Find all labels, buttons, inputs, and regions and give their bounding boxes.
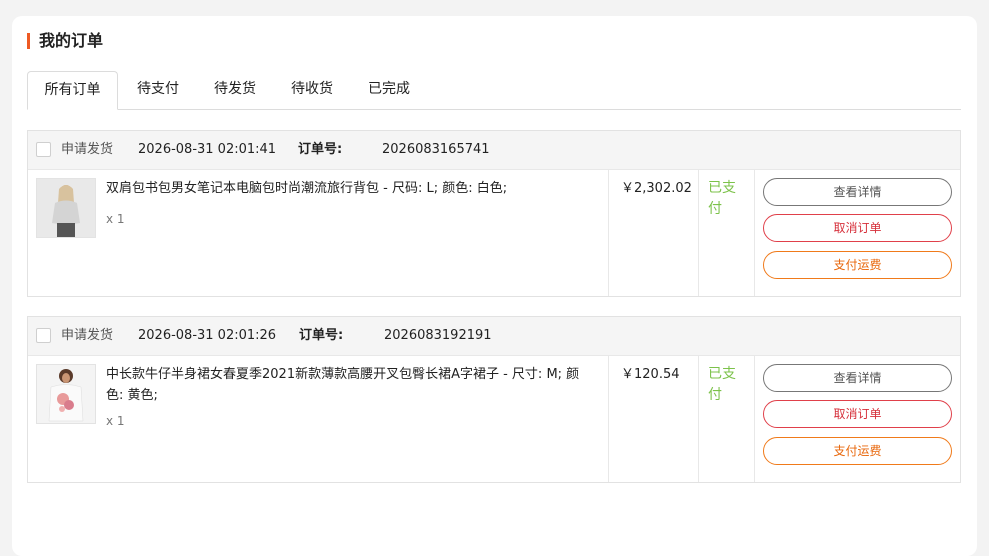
order-number: 2026083165741 bbox=[382, 142, 490, 157]
order-header: 申请发货 2026-08-31 02:01:41 订单号: 2026083165… bbox=[28, 131, 960, 170]
cancel-order-button[interactable]: 取消订单 bbox=[763, 400, 952, 428]
tab-pending-receipt[interactable]: 待收货 bbox=[277, 71, 347, 109]
orders-card: 我的订单 所有订单 待支付 待发货 待收货 已完成 申请发货 2026-08-3… bbox=[12, 16, 977, 556]
order-number-label: 订单号: bbox=[298, 142, 343, 157]
actions-column: 查看详情 取消订单 支付运费 bbox=[754, 170, 960, 296]
product-name[interactable]: 中长款牛仔半身裙女春夏季2021新款薄款高腰开叉包臀长裙A字裙子 - 尺寸: M… bbox=[106, 364, 596, 406]
tab-pending-payment[interactable]: 待支付 bbox=[123, 71, 193, 109]
cancel-order-button[interactable]: 取消订单 bbox=[763, 214, 952, 242]
pay-shipping-button[interactable]: 支付运费 bbox=[763, 437, 952, 465]
order-tabs: 所有订单 待支付 待发货 待收货 已完成 bbox=[27, 71, 961, 110]
order-price: ￥120.54 bbox=[621, 367, 680, 382]
order-time: 2026-08-31 02:01:41 bbox=[138, 142, 277, 157]
status-badge: 已支付 bbox=[708, 180, 736, 217]
tab-completed[interactable]: 已完成 bbox=[354, 71, 424, 109]
status-badge: 已支付 bbox=[708, 366, 736, 403]
product-quantity: x 1 bbox=[106, 212, 125, 226]
view-details-button[interactable]: 查看详情 bbox=[763, 178, 952, 206]
order-header: 申请发货 2026-08-31 02:01:26 订单号: 2026083192… bbox=[28, 317, 960, 356]
pay-shipping-button[interactable]: 支付运费 bbox=[763, 251, 952, 279]
order-body: 双肩包书包男女笔记本电脑包时尚潮流旅行背包 - 尺码: L; 颜色: 白色; x… bbox=[28, 170, 960, 296]
product-quantity: x 1 bbox=[106, 414, 125, 428]
order-number-label: 订单号: bbox=[299, 328, 344, 343]
product-name[interactable]: 双肩包书包男女笔记本电脑包时尚潮流旅行背包 - 尺码: L; 颜色: 白色; bbox=[106, 178, 596, 199]
status-column: 已支付 bbox=[698, 170, 754, 296]
apply-shipment-label: 申请发货 bbox=[61, 328, 114, 343]
order-card: 申请发货 2026-08-31 02:01:41 订单号: 2026083165… bbox=[27, 130, 961, 297]
product-thumbnail-icon[interactable] bbox=[36, 178, 96, 238]
tab-all-orders[interactable]: 所有订单 bbox=[27, 71, 118, 110]
order-number: 2026083192191 bbox=[384, 328, 492, 343]
apply-shipment-label: 申请发货 bbox=[61, 142, 114, 157]
product-thumbnail-icon[interactable] bbox=[36, 364, 96, 424]
status-column: 已支付 bbox=[698, 356, 754, 482]
order-checkbox[interactable] bbox=[36, 142, 51, 157]
price-column: ￥120.54 bbox=[608, 356, 698, 482]
order-time: 2026-08-31 02:01:26 bbox=[138, 328, 277, 343]
order-body: 中长款牛仔半身裙女春夏季2021新款薄款高腰开叉包臀长裙A字裙子 - 尺寸: M… bbox=[28, 356, 960, 482]
page-title: 我的订单 bbox=[27, 31, 103, 51]
order-card: 申请发货 2026-08-31 02:01:26 订单号: 2026083192… bbox=[27, 316, 961, 483]
order-checkbox[interactable] bbox=[36, 328, 51, 343]
tab-pending-shipment[interactable]: 待发货 bbox=[200, 71, 270, 109]
actions-column: 查看详情 取消订单 支付运费 bbox=[754, 356, 960, 482]
view-details-button[interactable]: 查看详情 bbox=[763, 364, 952, 392]
price-column: ￥2,302.02 bbox=[608, 170, 698, 296]
order-price: ￥2,302.02 bbox=[621, 181, 692, 196]
